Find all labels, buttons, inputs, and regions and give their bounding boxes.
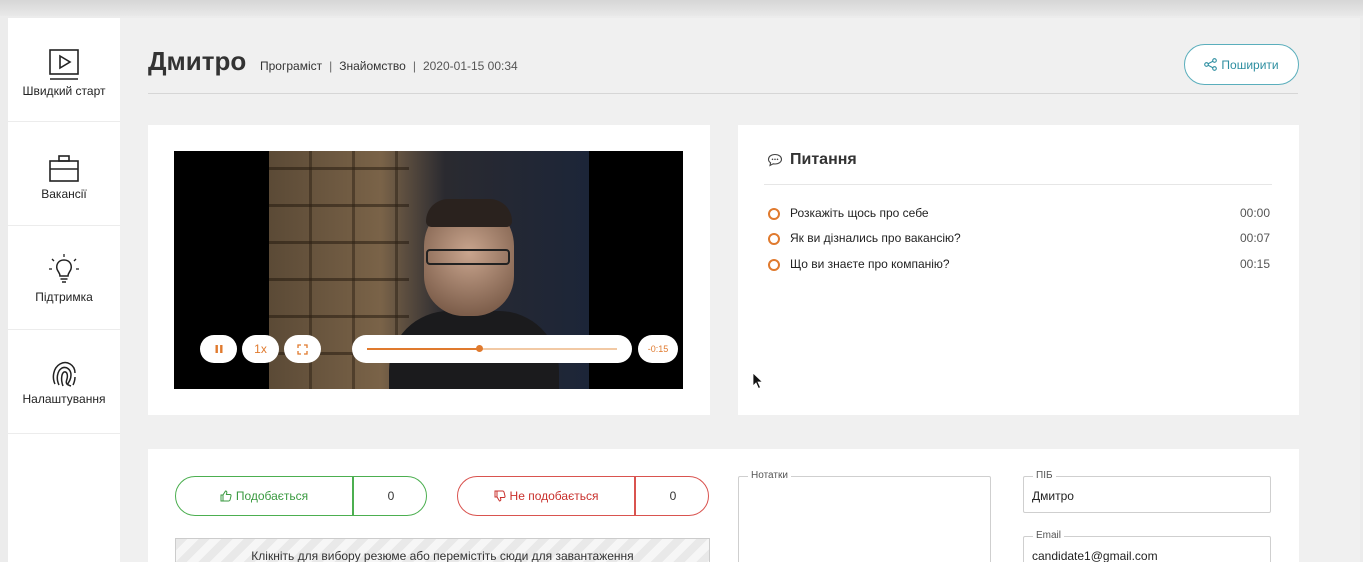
evaluation-panel: Подобається 0 Не подобається 0 Клікніть … <box>148 449 1299 562</box>
question-marker-icon <box>768 233 780 245</box>
question-item[interactable]: Що ви знаєте про компанію? 00:15 <box>768 256 1270 274</box>
question-text: Що ви знаєте про компанію? <box>790 257 950 271</box>
thumbs-up-icon <box>220 490 232 502</box>
fullscreen-button[interactable] <box>284 335 321 363</box>
fingerprint-icon <box>52 361 76 387</box>
share-label: Поширити <box>1221 57 1279 72</box>
speech-bubble-icon <box>767 153 783 167</box>
thumbs-down-icon <box>494 490 506 502</box>
seek-handle[interactable] <box>476 345 483 352</box>
position-label: Програміст <box>260 59 323 73</box>
dislike-label: Не подобається <box>509 489 599 503</box>
notes-label: Нотатки <box>748 470 791 481</box>
full-name-label: ПІБ <box>1033 470 1056 481</box>
question-time: 00:15 <box>1239 257 1270 271</box>
question-text: Розкажіть щось про себе <box>790 206 929 220</box>
dislike-label-wrap: Не подобається <box>458 477 634 515</box>
like-count: 0 <box>387 489 395 503</box>
like-label-wrap: Подобається <box>176 477 352 515</box>
seek-bar[interactable] <box>352 335 632 363</box>
email-input[interactable] <box>1032 549 1262 562</box>
questions-header: Питання <box>767 151 857 169</box>
speed-button[interactable]: 1x <box>242 335 279 363</box>
fullscreen-icon <box>297 343 308 355</box>
resume-upload-dropzone[interactable]: Клікніть для вибору резюме або перемісті… <box>175 538 710 562</box>
sidebar-item-label: Швидкий старт <box>22 84 106 98</box>
full-name-input[interactable] <box>1032 489 1262 503</box>
dislike-button[interactable]: Не подобається 0 <box>457 476 709 516</box>
email-field: Email <box>1023 530 1271 562</box>
sidebar-item-support[interactable]: Підтримка <box>8 226 120 330</box>
notes-field: Нотатки <box>738 470 991 562</box>
video-frame-person-hair <box>426 199 512 227</box>
questions-card: Питання Розкажіть щось про себе 00:00 Як… <box>738 125 1299 415</box>
interview-datetime: 2020-01-15 00:34 <box>422 59 518 73</box>
briefcase-icon <box>49 155 79 182</box>
dislike-count: 0 <box>669 489 677 503</box>
video-card: 1x -0:15 <box>148 125 710 415</box>
sidebar: Швидкий старт Вакансії Підтримка Налашту… <box>8 18 120 562</box>
video-player[interactable]: 1x -0:15 <box>174 151 683 389</box>
pause-icon <box>215 345 222 353</box>
divider <box>764 184 1272 185</box>
sidebar-item-vacancies[interactable]: Вакансії <box>8 122 120 226</box>
question-marker-icon <box>768 259 780 271</box>
seek-progress <box>367 348 480 350</box>
pause-button[interactable] <box>200 335 237 363</box>
top-shadow <box>0 0 1363 16</box>
sidebar-item-settings[interactable]: Налаштування <box>8 330 120 434</box>
stage-label: Знайомство <box>339 59 406 73</box>
like-label: Подобається <box>235 489 309 503</box>
play-screen-icon <box>49 49 79 80</box>
mouse-cursor-icon <box>752 372 764 390</box>
question-time: 00:07 <box>1239 231 1270 245</box>
lightbulb-icon <box>49 254 79 283</box>
question-text: Як ви дізнались про вакансію? <box>790 231 961 245</box>
full-name-field: ПІБ <box>1023 470 1271 513</box>
like-button[interactable]: Подобається 0 <box>175 476 427 516</box>
email-label: Email <box>1033 530 1065 541</box>
share-button[interactable]: Поширити <box>1184 44 1299 85</box>
question-item[interactable]: Розкажіть щось про себе 00:00 <box>768 205 1270 223</box>
separator: | <box>412 59 416 73</box>
sidebar-item-label: Вакансії <box>41 187 87 201</box>
questions-title: Питання <box>790 151 857 168</box>
sidebar-item-quick-start[interactable]: Швидкий старт <box>8 18 120 122</box>
notes-input[interactable] <box>745 487 983 562</box>
sidebar-item-label: Налаштування <box>22 392 106 406</box>
question-time: 00:00 <box>1239 206 1270 220</box>
candidate-meta: Програміст | Знайомство | 2020-01-15 00:34 <box>260 59 518 73</box>
question-item[interactable]: Як ви дізнались про вакансію? 00:07 <box>768 230 1270 248</box>
candidate-name: Дмитро <box>148 46 247 76</box>
share-icon <box>1204 58 1218 71</box>
remaining-time: -0:15 <box>638 335 678 363</box>
sidebar-item-label: Підтримка <box>35 290 93 304</box>
video-frame-glasses <box>426 249 510 265</box>
candidate-header: Дмитро Програміст | Знайомство | 2020-01-15 … <box>148 40 1299 94</box>
separator: | <box>329 59 333 73</box>
question-marker-icon <box>768 208 780 220</box>
player-controls: 1x -0:15 <box>200 335 678 363</box>
